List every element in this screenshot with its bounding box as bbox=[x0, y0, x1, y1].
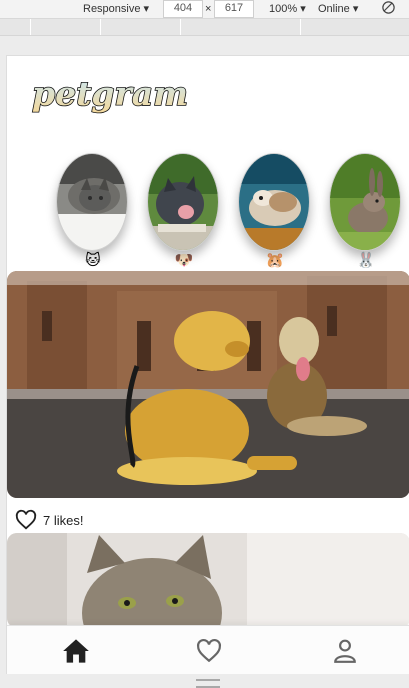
width-input[interactable]: 404 bbox=[163, 0, 203, 18]
network-label: Online bbox=[318, 3, 350, 15]
story-emoji: 🐹 bbox=[265, 252, 285, 269]
story-dog[interactable]: 🐶 bbox=[147, 153, 221, 269]
post-photo[interactable] bbox=[7, 271, 409, 498]
zoom-label: 100% bbox=[269, 3, 298, 15]
story-hamster[interactable]: 🐹 bbox=[238, 153, 312, 269]
likes-row: 7 likes! bbox=[15, 508, 83, 532]
zoom-select[interactable]: 100% ▾ bbox=[269, 2, 306, 16]
rotate-icon[interactable] bbox=[381, 0, 396, 19]
media-query-ruler bbox=[0, 19, 409, 36]
app-viewport: petgram 🐱 🐶 🐹 🐰 7 likes! bbox=[6, 55, 409, 674]
nav-user[interactable] bbox=[328, 634, 362, 668]
times-symbol: × bbox=[205, 3, 212, 15]
nav-home[interactable] bbox=[59, 634, 93, 668]
rabbit-photo-icon bbox=[329, 153, 401, 251]
network-select[interactable]: Online ▾ bbox=[318, 2, 358, 16]
user-icon bbox=[334, 639, 356, 663]
story-cat[interactable]: 🐱 bbox=[56, 153, 130, 269]
story-rabbit[interactable]: 🐰 bbox=[329, 153, 403, 269]
story-emoji: 🐰 bbox=[356, 252, 376, 269]
bottom-navbar bbox=[7, 625, 409, 674]
dogs-photo-icon bbox=[7, 271, 409, 498]
post-photo-2[interactable] bbox=[7, 533, 409, 628]
cat-photo-icon bbox=[56, 153, 128, 251]
nav-favs[interactable] bbox=[192, 634, 226, 668]
height-input[interactable]: 617 bbox=[214, 0, 254, 18]
likes-count: 7 likes! bbox=[43, 512, 84, 528]
petgram-logo: petgram bbox=[29, 73, 189, 123]
cat-photo-icon bbox=[7, 533, 409, 628]
resize-handle[interactable] bbox=[196, 679, 220, 688]
heart-outline-icon[interactable] bbox=[15, 509, 37, 531]
heart-outline-icon bbox=[197, 638, 221, 663]
devtools-toolbar: Responsive ▾ 404 × 617 100% ▾ Online ▾ bbox=[0, 0, 409, 19]
device-label: Responsive bbox=[83, 3, 141, 15]
hamster-photo-icon bbox=[238, 153, 310, 251]
device-select[interactable]: Responsive ▾ bbox=[83, 2, 149, 16]
story-emoji: 🐶 bbox=[174, 252, 194, 269]
dog-photo-icon bbox=[147, 153, 219, 251]
home-icon bbox=[63, 639, 89, 663]
logo-text: petgram bbox=[32, 74, 188, 113]
story-emoji: 🐱 bbox=[85, 252, 101, 269]
